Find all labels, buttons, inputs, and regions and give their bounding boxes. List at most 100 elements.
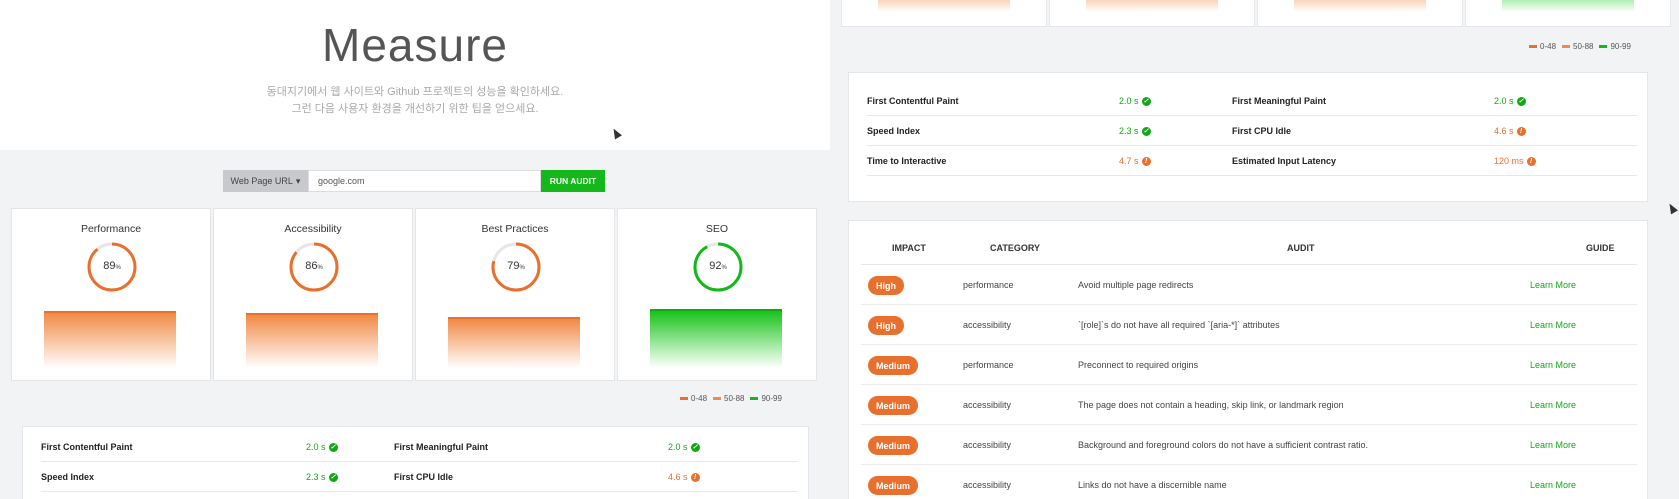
learn-more-link[interactable]: Learn More: [1530, 400, 1576, 410]
mouse-cursor-icon: [610, 126, 622, 140]
score-bar: [246, 313, 378, 368]
impact-badge: High: [868, 316, 904, 335]
check-icon: ✓: [690, 442, 700, 452]
card-title: Best Practices: [481, 223, 549, 235]
table-row: Medium accessibility The page does not c…: [861, 385, 1637, 425]
score-card: Accessibility 86%: [213, 208, 413, 381]
audit-category: accessibility: [963, 320, 1012, 330]
header-guide: GUIDE: [1586, 243, 1615, 253]
audit-title: Preconnect to required origins: [1078, 360, 1199, 370]
score-value: 79%: [507, 260, 525, 272]
learn-more-link[interactable]: Learn More: [1530, 360, 1576, 370]
audit-title: Links do not have a discernible name: [1078, 480, 1227, 490]
score-card: SEO 92%: [617, 208, 817, 381]
score-bar: [44, 311, 176, 368]
audit-title: Avoid multiple page redirects: [1078, 280, 1194, 290]
score-bar: [878, 0, 1010, 12]
header-audit: AUDIT: [1287, 243, 1315, 253]
hero: Measure 동대지기에서 웹 사이트와 Github 프로젝트의 성능을 확…: [0, 0, 830, 150]
warning-icon: !: [690, 472, 700, 482]
table-row: High performance Avoid multiple page red…: [861, 265, 1637, 305]
header-category: CATEGORY: [990, 243, 1041, 253]
warning-icon: !: [1526, 156, 1536, 166]
left-panel: Measure 동대지기에서 웹 사이트와 Github 프로젝트의 성능을 확…: [0, 0, 830, 499]
score-bar: [1294, 0, 1426, 12]
audit-category: accessibility: [963, 400, 1012, 410]
table-row: High accessibility `[role]`s do not have…: [861, 305, 1637, 345]
legend-item: 0-48: [1529, 42, 1556, 51]
header-impact: IMPACT: [892, 243, 926, 253]
score-value: 92%: [709, 260, 727, 272]
warning-icon: !: [1141, 156, 1151, 166]
caret-down-icon: ▾: [295, 175, 301, 186]
legend-item: 50-88: [713, 394, 744, 403]
legend-item: 90-99: [1599, 42, 1631, 51]
audit-category: performance: [963, 280, 1014, 290]
card-title: Accessibility: [284, 223, 342, 235]
metrics-panel: First Contentful Paint 2.0 s ✓ First Mean…: [22, 426, 809, 499]
run-audit-button[interactable]: RUN AUDIT: [541, 170, 605, 192]
right-panel: 0-48 50-88 90-99 First Contentful Paint …: [830, 0, 1679, 499]
card-title: Performance: [80, 223, 142, 235]
audit-title: Background and foreground colors do not …: [1078, 440, 1369, 450]
score-cards-scrolled: [841, 0, 1671, 27]
score-value: 86%: [305, 260, 323, 272]
impact-badge: Medium: [868, 476, 919, 495]
audit-title: `[role]`s do not have all required `[ari…: [1078, 320, 1280, 330]
check-icon: ✓: [1141, 126, 1151, 136]
audits-table: IMPACT CATEGORY AUDIT GUIDE High perform…: [848, 220, 1648, 499]
table-row: Medium accessibility Links do not have a…: [861, 465, 1637, 499]
mouse-cursor-icon: [1666, 201, 1678, 215]
url-type-dropdown[interactable]: Web Page URL ▾: [223, 170, 308, 192]
audit-category: performance: [963, 360, 1014, 370]
learn-more-link[interactable]: Learn More: [1530, 280, 1576, 290]
audit-title: The page does not contain a heading, ski…: [1078, 400, 1344, 410]
metric-row: Time to Interactive 4.7 s! Estimated Inp…: [867, 147, 1637, 176]
score-bar: [1502, 0, 1634, 12]
legend-item: 50-88: [1562, 42, 1593, 51]
table-row: Medium accessibility Background and fore…: [861, 425, 1637, 465]
metrics-panel: First Contentful Paint 2.0 s ✓ First Mean…: [848, 72, 1648, 202]
check-icon: ✓: [328, 442, 338, 452]
table-row: Medium performance Preconnect to require…: [861, 345, 1637, 385]
check-icon: ✓: [1141, 96, 1151, 106]
audit-category: accessibility: [963, 440, 1012, 450]
url-input[interactable]: google.com: [308, 170, 541, 192]
subtitle-line-2: 그런 다음 사용자 환경을 개선하기 위한 팁을 얻으세요.: [291, 103, 539, 115]
score-bar: [1086, 0, 1218, 12]
card-title: SEO: [705, 223, 729, 235]
page: Measure 동대지기에서 웹 사이트와 Github 프로젝트의 성능을 확…: [0, 0, 1679, 499]
score-bar: [650, 309, 782, 368]
metric-row: First Contentful Paint 2.0 s ✓ First Mean…: [41, 433, 798, 462]
learn-more-link[interactable]: Learn More: [1530, 440, 1576, 450]
score-bar: [448, 317, 580, 368]
score-cards: Performance 89% Accessibility 86% Best P…: [11, 208, 817, 381]
metric-row: Speed Index 2.3 s ✓ First CPU Idle 4.6 s!: [867, 117, 1637, 146]
subtitle-line-1: 동대지기에서 웹 사이트와 Github 프로젝트의 성능을 확인하세요.: [266, 86, 564, 98]
url-type-label: Web Page URL: [230, 176, 293, 186]
check-icon: ✓: [328, 472, 338, 482]
check-icon: ✓: [1516, 96, 1526, 106]
metric-row: Speed Index 2.3 s ✓ First CPU Idle 4.6 s!: [41, 463, 798, 492]
page-title: Measure: [322, 19, 508, 71]
page-subtitle: 동대지기에서 웹 사이트와 Github 프로젝트의 성능을 확인하세요. 그런…: [0, 84, 830, 118]
score-legend: 0-48 50-88 90-99: [1529, 42, 1631, 51]
learn-more-link[interactable]: Learn More: [1530, 480, 1576, 490]
score-card: [1465, 0, 1671, 27]
legend-item: 90-99: [750, 394, 782, 403]
score-card: Performance 89%: [11, 208, 211, 381]
score-card: [841, 0, 1047, 27]
audit-form: Web Page URL ▾ google.com RUN AUDIT: [223, 170, 605, 192]
impact-badge: Medium: [868, 396, 919, 415]
impact-badge: Medium: [868, 436, 919, 455]
impact-badge: Medium: [868, 356, 919, 375]
score-card: [1049, 0, 1255, 27]
score-card: Best Practices 79%: [415, 208, 615, 381]
score-legend: 0-48 50-88 90-99: [680, 394, 782, 403]
audit-category: accessibility: [963, 480, 1012, 490]
score-value: 89%: [103, 260, 121, 272]
metric-row: First Contentful Paint 2.0 s ✓ First Mean…: [867, 87, 1637, 116]
audits-table-header: IMPACT CATEGORY AUDIT GUIDE: [861, 221, 1637, 265]
warning-icon: !: [1516, 126, 1526, 136]
learn-more-link[interactable]: Learn More: [1530, 320, 1576, 330]
